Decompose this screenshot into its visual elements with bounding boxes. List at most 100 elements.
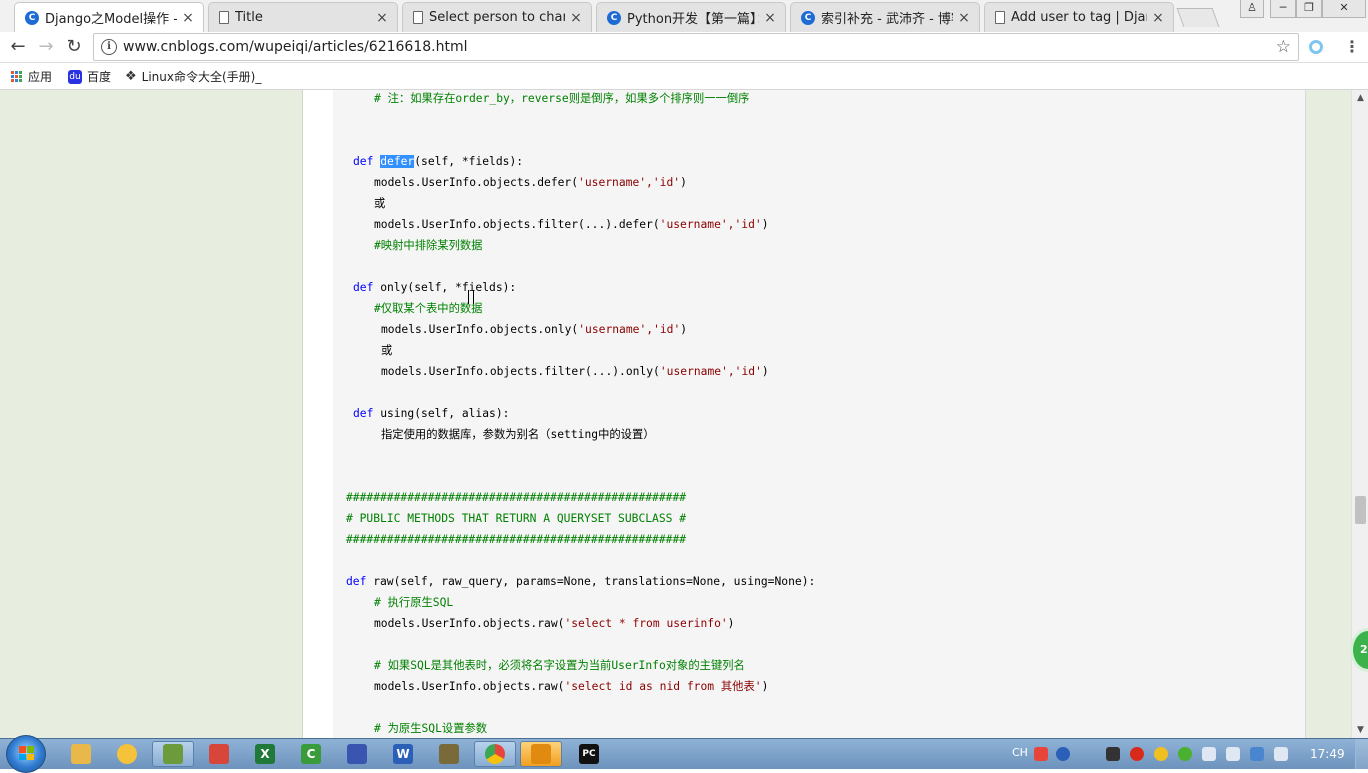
page-viewport: # 注：如果存在order_by，reverse则是倒序，如果多个排序则一一倒序… [0,90,1351,738]
cnblogs-icon: C [607,10,621,25]
close-icon[interactable]: × [957,10,971,26]
code-line: raw(self, raw_query, params=None, transl… [366,575,816,588]
tab-title[interactable]: Title × [208,2,398,32]
code-string: 'username','id' [659,218,762,231]
scroll-thumb[interactable] [1355,496,1366,524]
browser-toolbar: ← → ↻ i www.cnblogs.com/wupeiqi/articles… [0,32,1368,63]
pycharm-icon: PC [579,744,599,764]
network-icon[interactable] [1250,747,1264,761]
taskbar-tools[interactable] [428,741,470,767]
taskbar-audio[interactable] [520,741,562,767]
selected-text: defer [380,155,415,168]
tab-label: Django之Model操作 - 武 [45,12,177,27]
new-tab-button[interactable] [1176,8,1220,27]
close-icon[interactable]: × [181,10,195,26]
close-icon[interactable]: × [375,10,389,26]
close-icon[interactable]: × [569,10,583,26]
code-line: 或 [381,344,393,357]
record-icon[interactable] [1130,747,1144,761]
page-icon [995,11,1005,24]
code-comment: ########################################… [346,533,687,546]
close-icon[interactable]: × [1151,10,1165,26]
code-line: models.UserInfo.objects.filter(...).only… [381,365,660,378]
code-comment: ########################################… [346,491,687,504]
bookmark-label: Linux命令大全(手册)_ [141,70,262,84]
start-button[interactable] [6,735,46,773]
taskbar-excel[interactable]: X [244,741,286,767]
code-line: models.UserInfo.objects.raw( [374,680,565,693]
close-window-button[interactable]: ✕ [1322,0,1366,18]
cnblogs-icon: C [25,10,39,25]
bookmark-baidu[interactable]: du 百度 [68,68,111,85]
tab-label: Select person to chang [429,10,565,25]
blog-sidebar [0,90,303,738]
bookmarks-bar: 应用 du 百度 ❖ Linux命令大全(手册)_ [0,63,1368,90]
scroll-down-icon[interactable]: ▼ [1352,722,1368,738]
taskbar-camtasia[interactable]: C [290,741,332,767]
volume-icon[interactable] [1274,747,1288,761]
code-keyword: def [353,281,374,294]
sogou-icon[interactable] [1034,747,1048,761]
monitor-icon[interactable] [1226,747,1240,761]
taskbar-notepad[interactable] [152,741,194,767]
code-keyword: def [353,155,374,168]
code-line: only(self, *fields): [373,281,517,294]
save-icon [347,744,367,764]
network-tool-icon[interactable] [1106,747,1120,761]
scroll-up-icon[interactable]: ▲ [1352,90,1368,106]
code-line: models.UserInfo.objects.raw( [374,617,565,630]
windows-taskbar: X C W PC CH 17:49 [0,735,1368,773]
taskbar-xmind[interactable] [198,741,240,767]
ime-indicator[interactable]: CH [1012,746,1028,759]
code-line: using(self, alias): [373,407,510,420]
taskbar-chrome[interactable] [474,741,516,767]
plus-icon[interactable] [1178,747,1192,761]
code-line: ) [680,323,688,336]
code-line: 指定使用的数据库，参数为别名（setting中的设置） [381,428,655,441]
user-icon[interactable]: ♙ [1240,0,1264,18]
show-desktop-button[interactable] [1355,739,1368,769]
tab-label: Add user to tag | Djang [1011,10,1147,25]
taskbar-explorer[interactable] [60,741,102,767]
taskbar-word[interactable]: W [382,741,424,767]
menu-icon[interactable]: ⋮ [1344,37,1360,56]
reload-button[interactable]: ↻ [63,36,85,58]
forward-button[interactable]: → [35,36,57,58]
taskbar-floppy[interactable] [336,741,378,767]
back-button[interactable]: ← [7,36,29,58]
bookmark-linux[interactable]: ❖ Linux命令大全(手册)_ [125,68,261,85]
360-icon[interactable] [1154,747,1168,761]
tab-django-model[interactable]: C Django之Model操作 - 武 × [14,2,204,32]
code-string: 'select id as nid from 其他表' [564,680,762,693]
xmind-icon [209,744,229,764]
code-comment: # PUBLIC METHODS THAT RETURN A QUERYSET … [346,512,687,525]
code-block: # 注：如果存在order_by，reverse则是倒序，如果多个排序则一一倒序… [333,90,1305,738]
info-icon[interactable]: i [101,39,117,55]
code-line: ) [761,680,769,693]
restore-button[interactable]: ❐ [1296,0,1322,18]
close-icon[interactable]: × [763,10,777,26]
display-icon[interactable] [1202,747,1216,761]
extension-icon[interactable] [1309,40,1323,54]
tab-select-person[interactable]: Select person to chang × [402,2,592,32]
code-line: ) [680,176,687,189]
code-line: 或 [374,197,386,210]
taskbar-pycharm[interactable]: PC [568,741,610,767]
code-comment: # 为原生SQL设置参数 [374,722,488,735]
chrome-icon [485,744,505,764]
code-line: ) [761,218,769,231]
tab-index-supplement[interactable]: C 索引补充 - 武沛齐 - 博客 × [790,2,980,32]
tab-label: 索引补充 - 武沛齐 - 博客 [821,12,953,27]
tab-python-dev[interactable]: C Python开发【第一篇】： × [596,2,786,32]
address-bar[interactable]: i www.cnblogs.com/wupeiqi/articles/62166… [93,33,1299,61]
chevron-down-icon[interactable] [1078,747,1092,761]
help-icon[interactable] [1056,747,1070,761]
tab-add-user-to-tag[interactable]: Add user to tag | Djang × [984,2,1174,32]
star-icon[interactable]: ☆ [1276,37,1291,57]
code-string: 'username','id' [659,365,762,378]
taskbar-qq[interactable] [106,741,148,767]
minimize-button[interactable]: ─ [1270,0,1296,18]
clock[interactable]: 17:49 [1310,747,1345,761]
bookmark-apps[interactable]: 应用 [11,68,52,85]
url-text[interactable]: www.cnblogs.com/wupeiqi/articles/6216618… [123,39,468,55]
